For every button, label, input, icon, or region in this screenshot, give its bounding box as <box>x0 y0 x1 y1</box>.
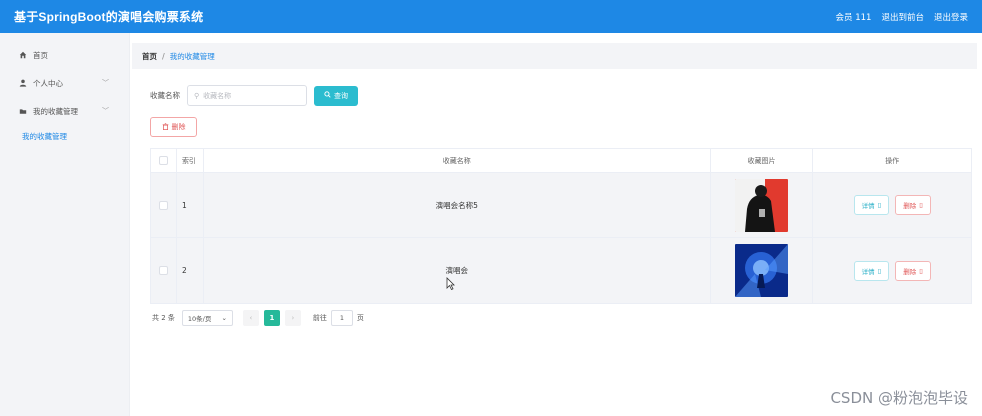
favorites-table: 索引 收藏名称 收藏图片 操作 1 演唱会名称5 详情 ▯ 删除 ▯ 2 演唱会… <box>150 148 972 304</box>
document-icon: ▯ <box>877 266 882 275</box>
column-header-actions: 操作 <box>885 156 900 165</box>
row-index: 1 <box>177 173 204 237</box>
row-delete-button[interactable]: 删除 ▯ <box>895 260 931 281</box>
goto-suffix: 页 <box>356 314 364 322</box>
pagination: 共 2 条 10条/页 ⌄ ‹ 1 › 前往 1 页 <box>152 310 364 326</box>
row-index: 2 <box>177 238 204 303</box>
top-header: 基于SpringBoot的演唱会购票系统 会员 111 退出到前台 退出登录 <box>0 0 982 33</box>
table-row: 1 演唱会名称5 详情 ▯ 删除 ▯ <box>151 173 971 238</box>
search-icon <box>324 91 331 100</box>
column-header-image: 收藏图片 <box>711 149 814 172</box>
row-checkbox[interactable] <box>158 200 168 210</box>
breadcrumb-separator: / <box>162 51 165 61</box>
concert-stage-photo <box>735 244 789 297</box>
page-size-value: 10条/页 <box>187 315 212 323</box>
search-button-label: 查询 <box>334 91 348 100</box>
detail-button[interactable]: 详情 ▯ <box>853 195 890 215</box>
sidebar-item-favorites[interactable]: 我的收藏管理 ﹀ <box>0 97 129 125</box>
search-row: 收藏名称 ⚲ 收藏名称 查询 <box>150 85 358 106</box>
trash-icon <box>162 122 169 132</box>
delete-button-label: 删除 <box>171 123 186 131</box>
row-delete-button[interactable]: 删除 ▯ <box>895 195 931 215</box>
total-count: 共 2 条 <box>152 314 175 322</box>
search-label: 收藏名称 <box>150 91 180 100</box>
logout-link[interactable]: 退出登录 <box>934 11 968 23</box>
next-page-button[interactable]: › <box>284 310 301 326</box>
detail-button-label: 详情 <box>861 267 875 276</box>
row-name: 演唱会 <box>204 238 711 303</box>
member-link[interactable]: 会员 111 <box>836 11 872 23</box>
detail-button-label: 详情 <box>861 202 875 210</box>
row-delete-label: 删除 <box>903 267 917 276</box>
trash-icon: ▯ <box>919 201 923 209</box>
goto-page-input[interactable]: 1 <box>330 310 353 326</box>
row-checkbox[interactable] <box>158 266 168 275</box>
prev-page-button[interactable]: ‹ <box>242 310 259 326</box>
current-page-button[interactable]: 1 <box>263 310 280 326</box>
page-size-select[interactable]: 10条/页 ⌄ <box>181 310 233 326</box>
sidebar-item-home[interactable]: 首页 <box>0 41 129 69</box>
goto-label: 前往 <box>312 314 327 322</box>
breadcrumb: 首页 / 我的收藏管理 <box>132 43 977 69</box>
chevron-down-icon: ⌄ <box>221 314 227 322</box>
sidebar-item-label: 我的收藏管理 <box>33 106 78 116</box>
table-row: 2 演唱会 详情 ▯ 删除 ▯ <box>151 238 971 303</box>
sidebar-item-label: 首页 <box>33 50 48 60</box>
app-title: 基于SpringBoot的演唱会购票系统 <box>14 10 204 24</box>
sidebar-subitem-favorites-manage[interactable]: 我的收藏管理 <box>0 125 129 147</box>
breadcrumb-home[interactable]: 首页 <box>142 51 157 62</box>
watermark: CSDN @粉泡泡毕设 <box>830 389 968 407</box>
chevron-down-icon: ﹀ <box>102 79 109 87</box>
batch-delete-button[interactable]: 删除 <box>150 117 197 137</box>
trash-icon: ▯ <box>919 266 923 275</box>
column-header-name: 收藏名称 <box>204 149 711 172</box>
top-links: 会员 111 退出到前台 退出登录 <box>836 11 968 23</box>
concert-singer-photo <box>735 178 789 232</box>
sidebar: 首页 个人中心 ﹀ 我的收藏管理 ﹀ 我的收藏管理 <box>0 33 130 416</box>
user-icon <box>18 79 28 87</box>
search-input[interactable]: ⚲ 收藏名称 <box>187 85 307 106</box>
column-header-index: 索引 <box>177 149 204 172</box>
chevron-down-icon: ﹀ <box>102 107 109 115</box>
search-placeholder: 收藏名称 <box>203 91 232 100</box>
select-all-checkbox[interactable] <box>158 156 168 165</box>
home-icon <box>18 51 28 59</box>
folder-icon <box>18 107 28 115</box>
row-name: 演唱会名称5 <box>204 173 711 237</box>
row-delete-label: 删除 <box>903 202 917 210</box>
document-icon: ▯ <box>877 201 882 209</box>
detail-button[interactable]: 详情 ▯ <box>853 260 890 281</box>
breadcrumb-current: 我的收藏管理 <box>169 51 215 61</box>
sidebar-item-label: 个人中心 <box>33 78 63 88</box>
search-icon: ⚲ <box>194 91 200 100</box>
search-button[interactable]: 查询 <box>314 85 358 106</box>
table-header-row: 索引 收藏名称 收藏图片 操作 <box>151 149 971 173</box>
mouse-cursor <box>446 275 455 294</box>
main-content: 首页 / 我的收藏管理 收藏名称 ⚲ 收藏名称 查询 删除 索引 收藏名称 收藏… <box>130 33 982 416</box>
sidebar-item-personal-center[interactable]: 个人中心 ﹀ <box>0 69 129 97</box>
back-to-front-link[interactable]: 退出到前台 <box>881 11 924 23</box>
